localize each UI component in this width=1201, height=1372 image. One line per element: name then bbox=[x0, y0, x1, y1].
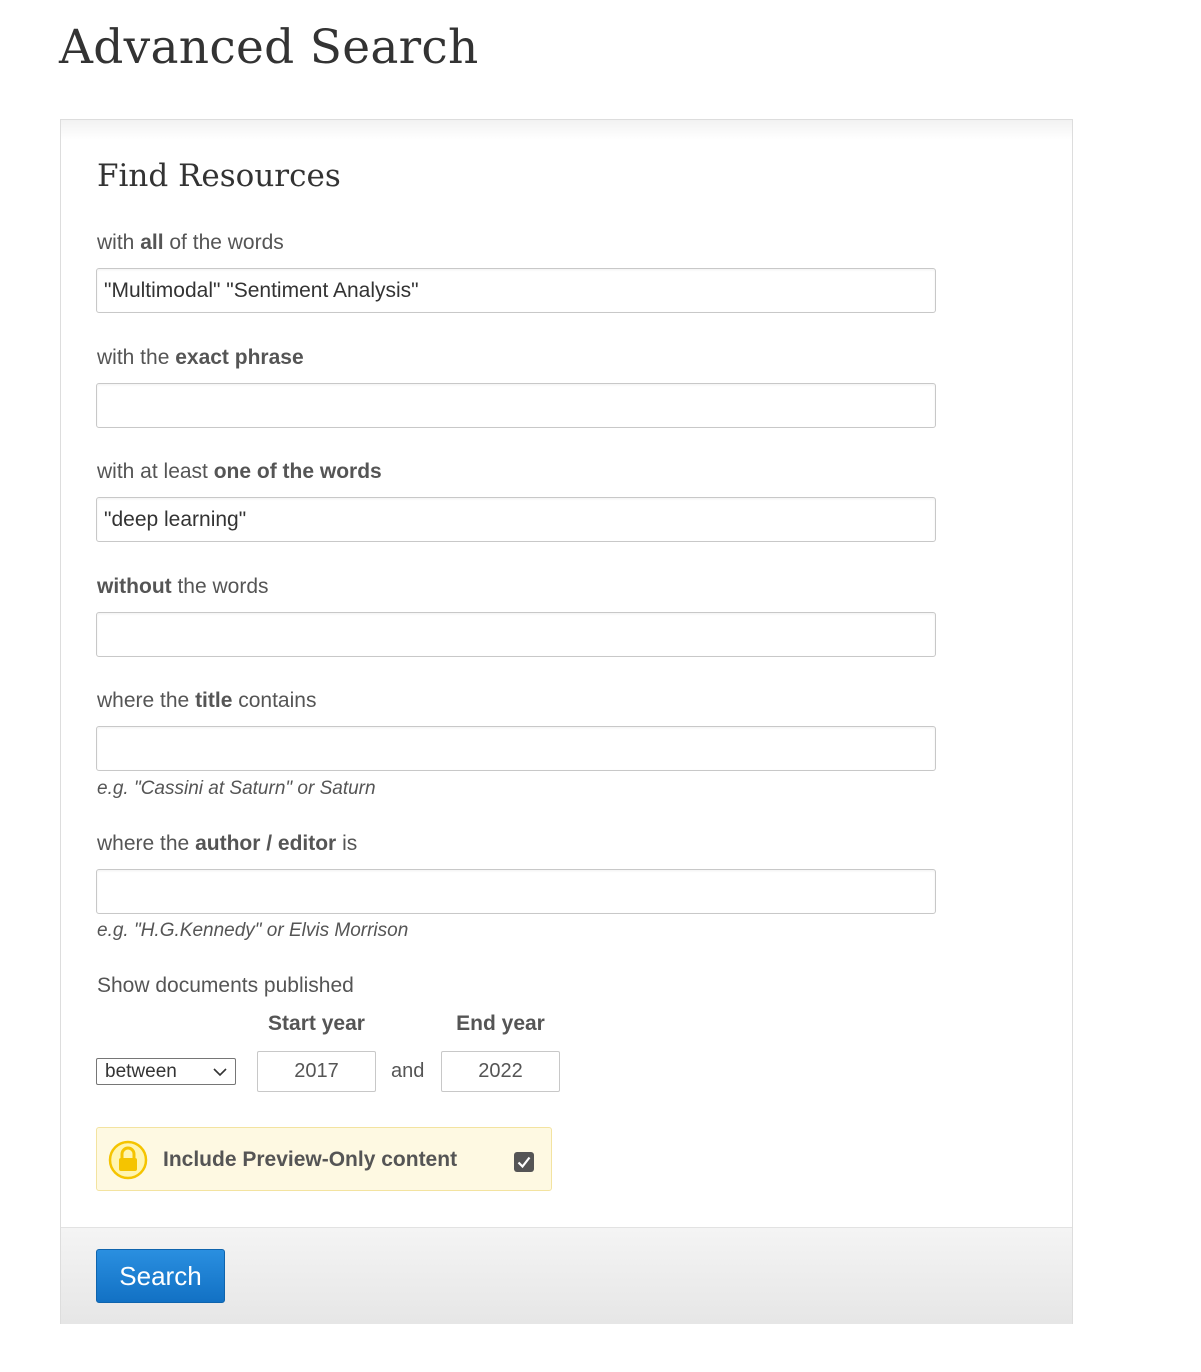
title-label: where the title contains bbox=[97, 689, 316, 713]
date-range-select[interactable]: between bbox=[96, 1058, 236, 1085]
lock-icon bbox=[108, 1140, 148, 1180]
label-text: is bbox=[336, 832, 358, 855]
end-year-input[interactable] bbox=[441, 1051, 560, 1092]
label-text: where the bbox=[97, 832, 196, 855]
preview-only-checkbox[interactable] bbox=[514, 1152, 534, 1172]
exact-phrase-label: with the exact phrase bbox=[97, 346, 304, 370]
label-text: with at least bbox=[97, 460, 214, 483]
label-text: of the words bbox=[163, 231, 284, 254]
start-year-input[interactable] bbox=[257, 1051, 376, 1092]
without-words-input[interactable] bbox=[96, 612, 936, 657]
label-text: the words bbox=[171, 575, 269, 598]
panel-footer: Search bbox=[61, 1227, 1072, 1324]
page-title: Advanced Search bbox=[59, 20, 479, 75]
label-text: where the bbox=[97, 689, 196, 712]
search-button[interactable]: Search bbox=[96, 1249, 225, 1303]
preview-only-label: Include Preview-Only content bbox=[163, 1148, 458, 1171]
one-of-words-label: with at least one of the words bbox=[97, 460, 382, 484]
all-words-input[interactable] bbox=[96, 268, 936, 313]
label-emphasis: exact phrase bbox=[175, 346, 304, 369]
label-text: with the bbox=[97, 346, 176, 369]
checkmark-icon bbox=[517, 1156, 531, 1169]
title-input[interactable] bbox=[96, 726, 936, 771]
author-input[interactable] bbox=[96, 869, 936, 914]
author-label: where the author / editor is bbox=[97, 832, 357, 856]
author-hint: e.g. "H.G.Kennedy" or Elvis Morrison bbox=[97, 920, 409, 941]
label-emphasis: title bbox=[195, 689, 233, 712]
and-label: and bbox=[391, 1060, 425, 1082]
end-year-heading: End year bbox=[456, 1012, 545, 1035]
label-emphasis: without bbox=[97, 575, 172, 598]
date-range-value: between bbox=[105, 1061, 177, 1082]
panel-heading: Find Resources bbox=[97, 158, 341, 194]
label-emphasis: all bbox=[140, 231, 164, 254]
preview-only-option: Include Preview-Only content bbox=[96, 1127, 552, 1191]
label-text: with bbox=[97, 231, 141, 254]
exact-phrase-input[interactable] bbox=[96, 383, 936, 428]
all-words-label: with all of the words bbox=[97, 231, 284, 255]
chevron-down-icon bbox=[213, 1068, 227, 1077]
one-of-words-input[interactable] bbox=[96, 497, 936, 542]
label-text: contains bbox=[232, 689, 317, 712]
published-label: Show documents published bbox=[97, 974, 354, 997]
label-emphasis: one of the words bbox=[213, 460, 382, 483]
start-year-heading: Start year bbox=[268, 1012, 365, 1035]
without-words-label: without the words bbox=[97, 575, 269, 599]
search-panel: Find Resources with all of the words wit… bbox=[60, 119, 1073, 1324]
title-hint: e.g. "Cassini at Saturn" or Saturn bbox=[97, 778, 376, 799]
label-emphasis: author / editor bbox=[195, 832, 337, 855]
